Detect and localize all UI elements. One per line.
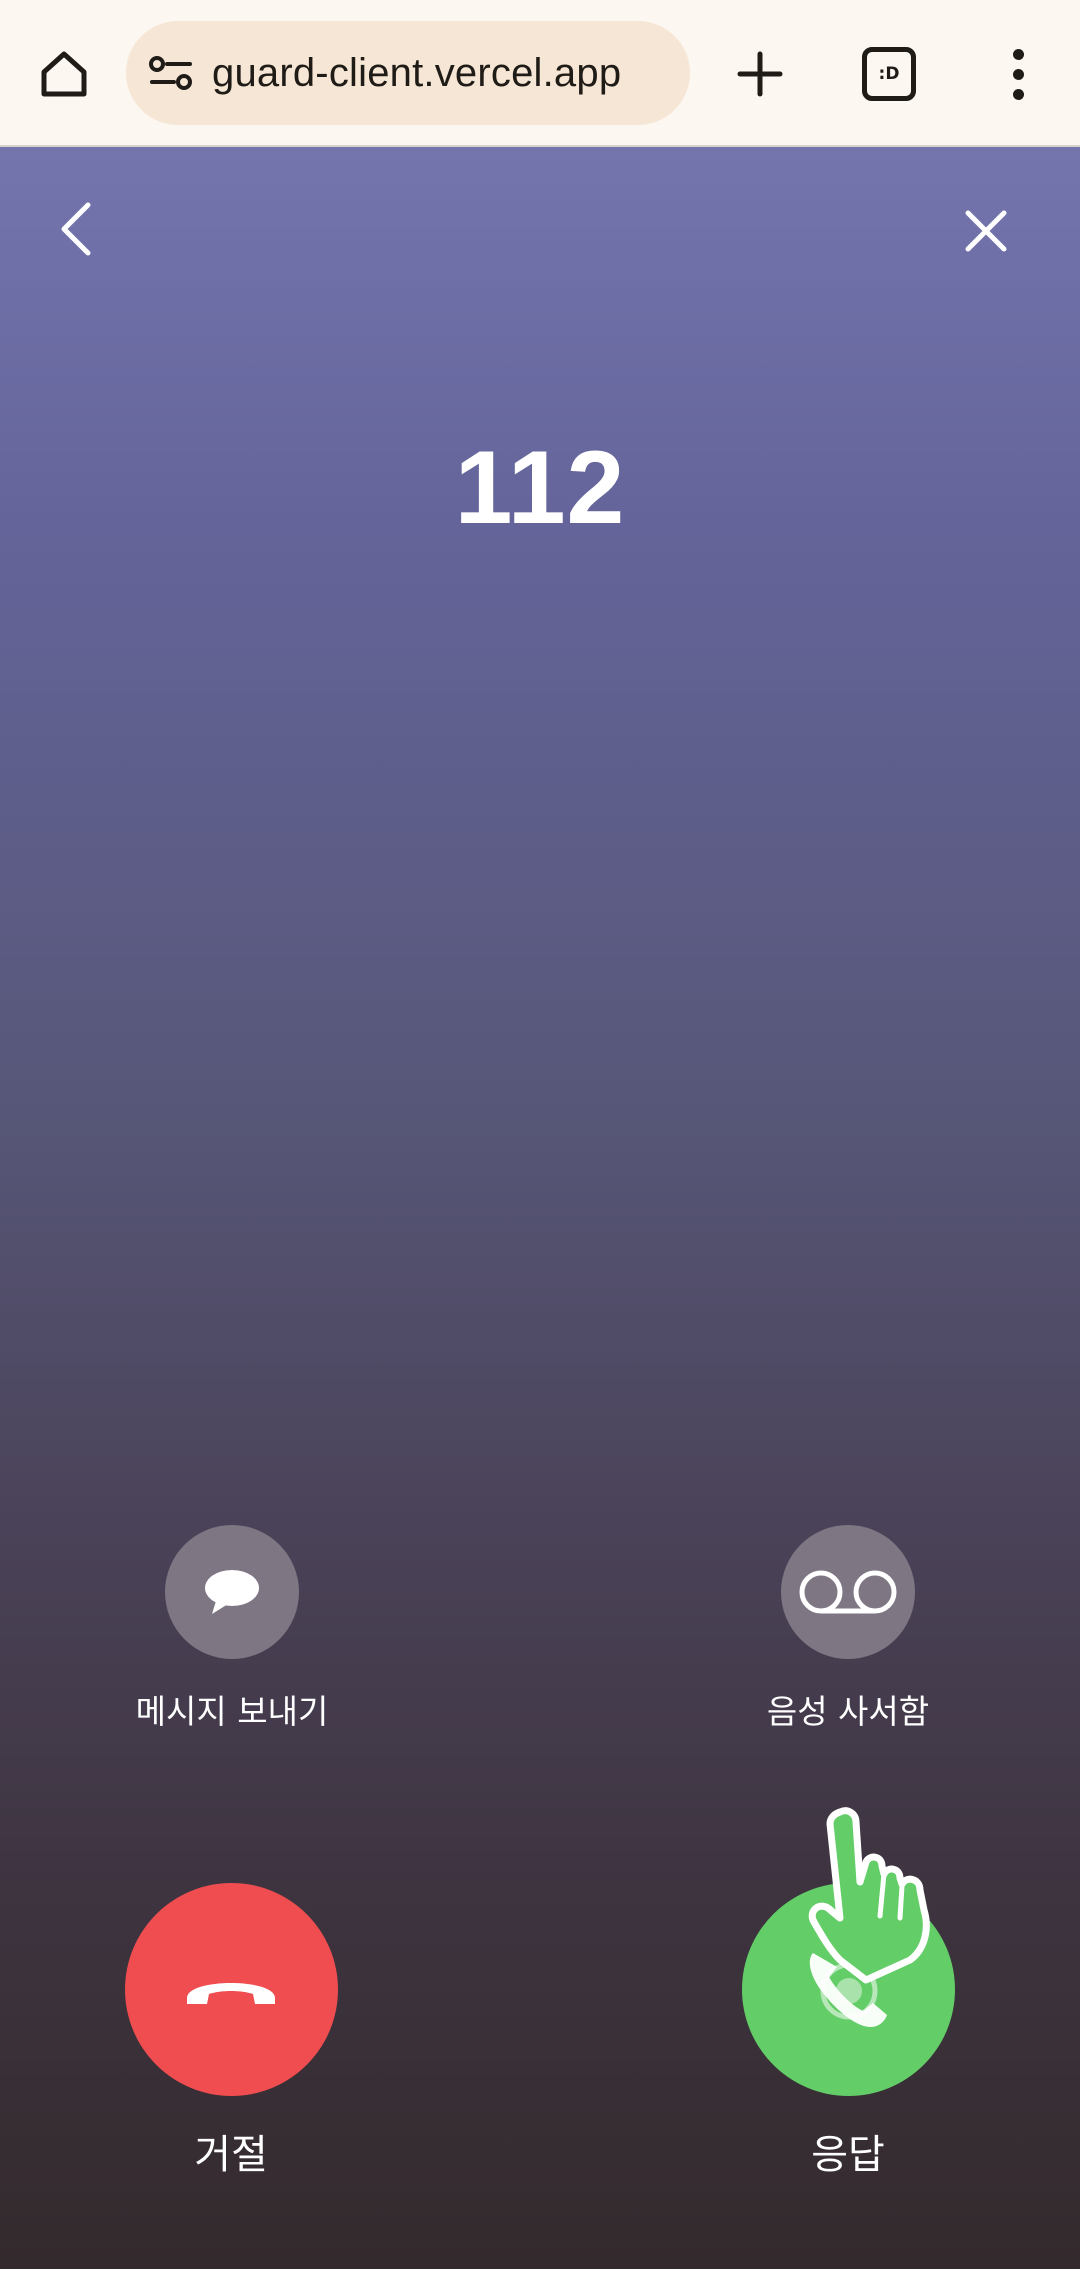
phone-hangup-icon <box>187 1982 275 2004</box>
caller-number: 112 <box>454 430 626 546</box>
chat-bubble-icon <box>205 1570 259 1614</box>
page: guard-client.vercel.app :D 112 메시지 보내기 음… <box>0 0 1080 2269</box>
back-button[interactable] <box>46 199 106 259</box>
close-icon <box>965 210 1007 252</box>
decline-button[interactable] <box>124 1883 338 2096</box>
more-vert-dot <box>1012 88 1024 100</box>
tab-switcher-icon: :D <box>862 47 916 101</box>
browser-toolbar: guard-client.vercel.app :D <box>0 0 1080 147</box>
chevron-left-icon <box>61 202 91 256</box>
url-text: guard-client.vercel.app <box>212 50 622 95</box>
answer-label: 응답 <box>811 2132 885 2178</box>
decline-label: 거절 <box>194 2132 268 2178</box>
more-vert-icon <box>1012 48 1024 60</box>
new-tab-button[interactable] <box>720 38 800 110</box>
voicemail-action: 음성 사서함 <box>718 1525 978 1733</box>
voicemail-label: 음성 사서함 <box>766 1692 930 1731</box>
tap-hand-icon <box>808 1807 930 1984</box>
close-button[interactable] <box>954 199 1018 263</box>
home-icon <box>41 51 87 97</box>
address-bar[interactable]: guard-client.vercel.app <box>126 21 690 125</box>
plus-icon <box>737 51 783 97</box>
send-message-label: 메시지 보내기 <box>135 1692 329 1731</box>
more-menu-button[interactable] <box>994 38 1042 110</box>
tune-icon[interactable] <box>146 48 196 98</box>
more-vert-dot <box>1012 68 1024 80</box>
voicemail-icon <box>799 1570 897 1614</box>
tab-switcher-button[interactable]: :D <box>854 44 924 104</box>
send-message-button[interactable] <box>165 1525 299 1659</box>
voicemail-button[interactable] <box>781 1525 915 1659</box>
send-message-action: 메시지 보내기 <box>102 1525 362 1733</box>
decline-action: 거절 <box>101 1883 361 2180</box>
home-button[interactable] <box>28 38 100 110</box>
